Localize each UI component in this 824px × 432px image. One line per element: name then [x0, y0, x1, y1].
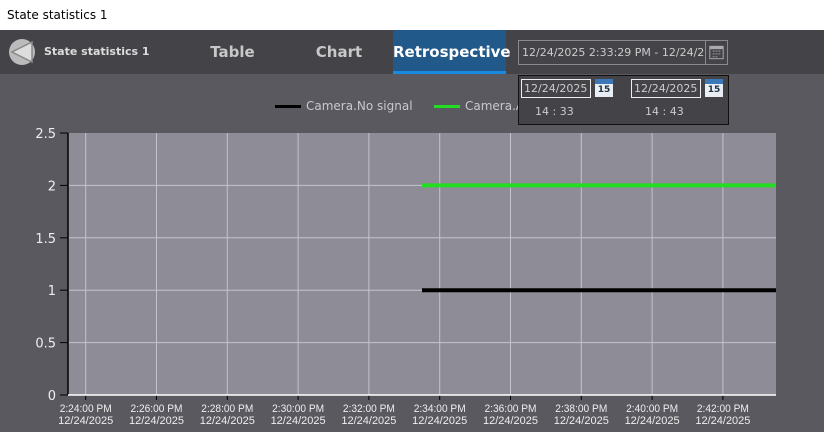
y-tick-label: 0.5	[35, 337, 56, 352]
x-tick-label: 2:24:00 PM	[60, 403, 112, 415]
x-tick-label: 2:42:00 PM	[697, 403, 749, 415]
x-tick-label: 2:26:00 PM	[131, 403, 183, 415]
x-tick-label: 2:36:00 PM	[485, 403, 537, 415]
x-tick-date: 12/24/2025	[58, 415, 113, 427]
end-calendar-icon[interactable]: 15	[705, 79, 723, 97]
plot-area	[68, 133, 776, 395]
start-date-input[interactable]: 12/24/2025	[521, 79, 591, 98]
x-tick-date: 12/24/2025	[271, 415, 326, 427]
end-date-input[interactable]: 12/24/2025	[631, 79, 701, 98]
y-tick-label: 1	[48, 284, 56, 299]
start-calendar-icon[interactable]: 15	[595, 79, 613, 97]
y-tick-label: 2.5	[35, 127, 56, 142]
end-time-input[interactable]: 14 : 43	[645, 105, 684, 118]
y-tick-label: 2	[48, 179, 56, 194]
x-tick-date: 12/24/2025	[695, 415, 750, 427]
y-tick-label: 1.5	[35, 232, 56, 247]
chart: 00.511.522.52:24:00 PM12/24/20252:26:00 …	[35, 127, 776, 427]
x-tick-date: 12/24/2025	[412, 415, 467, 427]
y-tick-label: 0	[48, 389, 56, 404]
x-tick-label: 2:28:00 PM	[201, 403, 253, 415]
x-tick-date: 12/24/2025	[129, 415, 184, 427]
x-tick-date: 12/24/2025	[200, 415, 255, 427]
x-tick-label: 2:32:00 PM	[343, 403, 395, 415]
date-range-popup: 12/24/2025 15 12/24/2025 15 14 : 33 14 :…	[518, 75, 729, 125]
x-tick-label: 2:34:00 PM	[414, 403, 466, 415]
x-tick-date: 12/24/2025	[625, 415, 680, 427]
x-tick-label: 2:40:00 PM	[626, 403, 678, 415]
start-time-input[interactable]: 14 : 33	[535, 105, 574, 118]
x-tick-label: 2:38:00 PM	[555, 403, 607, 415]
x-tick-date: 12/24/2025	[341, 415, 396, 427]
x-tick-date: 12/24/2025	[483, 415, 538, 427]
x-tick-date: 12/24/2025	[554, 415, 609, 427]
x-tick-label: 2:30:00 PM	[272, 403, 324, 415]
